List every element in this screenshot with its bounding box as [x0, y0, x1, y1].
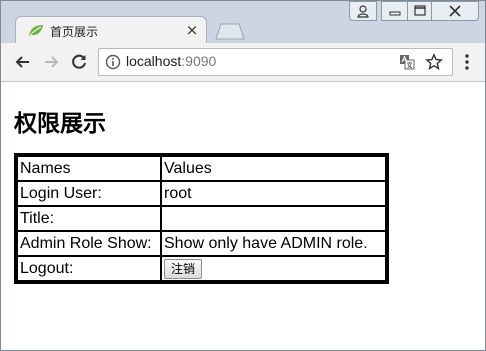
row-value-admin-role: Show only have ADMIN role. — [161, 231, 386, 256]
reload-icon[interactable] — [69, 52, 89, 72]
menu-icon[interactable] — [457, 52, 477, 72]
maximize-button[interactable] — [407, 1, 433, 21]
address-bar[interactable]: localhost:9090 — [98, 48, 453, 76]
leaf-favicon — [29, 25, 43, 36]
url-host: localhost — [126, 53, 182, 69]
close-icon — [449, 5, 461, 17]
forward-icon[interactable] — [41, 52, 61, 72]
page-title: 权限展示 — [14, 111, 106, 137]
tab-title: 首页展示 — [50, 25, 99, 39]
tab-home[interactable]: 首页展示 × — [15, 16, 207, 44]
table-header-row: Names Values — [17, 156, 386, 181]
star-icon[interactable] — [425, 53, 443, 71]
tab-close-icon[interactable]: × — [184, 22, 200, 38]
row-value-title — [161, 206, 386, 231]
browser-window: 首页展示 × localhost:9090 权限展示 Names Values … — [0, 0, 486, 351]
page-content: 权限展示 Names Values Login User: root Title… — [1, 82, 485, 350]
table-row: Login User: root — [17, 181, 386, 206]
permissions-table: Names Values Login User: root Title: Adm… — [14, 153, 389, 284]
row-label-login-user: Login User: — [17, 181, 161, 206]
row-value-logout: 注销 — [161, 256, 386, 281]
row-value-login-user: root — [161, 181, 386, 206]
row-label-logout: Logout: — [17, 256, 161, 281]
new-tab-button[interactable] — [215, 23, 245, 40]
row-label-title: Title: — [17, 206, 161, 231]
table-row: Title: — [17, 206, 386, 231]
translate-icon[interactable] — [399, 54, 415, 70]
header-cell-values: Values — [161, 156, 386, 181]
url-text[interactable]: localhost:9090 — [126, 53, 216, 69]
info-icon[interactable] — [105, 54, 121, 70]
tab-strip: 首页展示 × — [1, 1, 485, 44]
url-port: :9090 — [181, 53, 217, 69]
row-label-admin-role: Admin Role Show: — [17, 231, 161, 256]
browser-toolbar: localhost:9090 — [1, 43, 485, 82]
table-row: Admin Role Show: Show only have ADMIN ro… — [17, 231, 386, 256]
minimize-button[interactable] — [381, 1, 409, 21]
header-cell-names: Names — [17, 156, 161, 181]
minimize-icon — [389, 11, 401, 16]
user-icon — [357, 5, 369, 18]
maximize-icon — [414, 5, 426, 16]
back-icon[interactable] — [13, 52, 33, 72]
logout-button[interactable]: 注销 — [164, 259, 203, 279]
table-row: Logout: 注销 — [17, 256, 386, 281]
close-window-button[interactable] — [431, 1, 479, 21]
user-profile-button[interactable] — [349, 1, 377, 21]
